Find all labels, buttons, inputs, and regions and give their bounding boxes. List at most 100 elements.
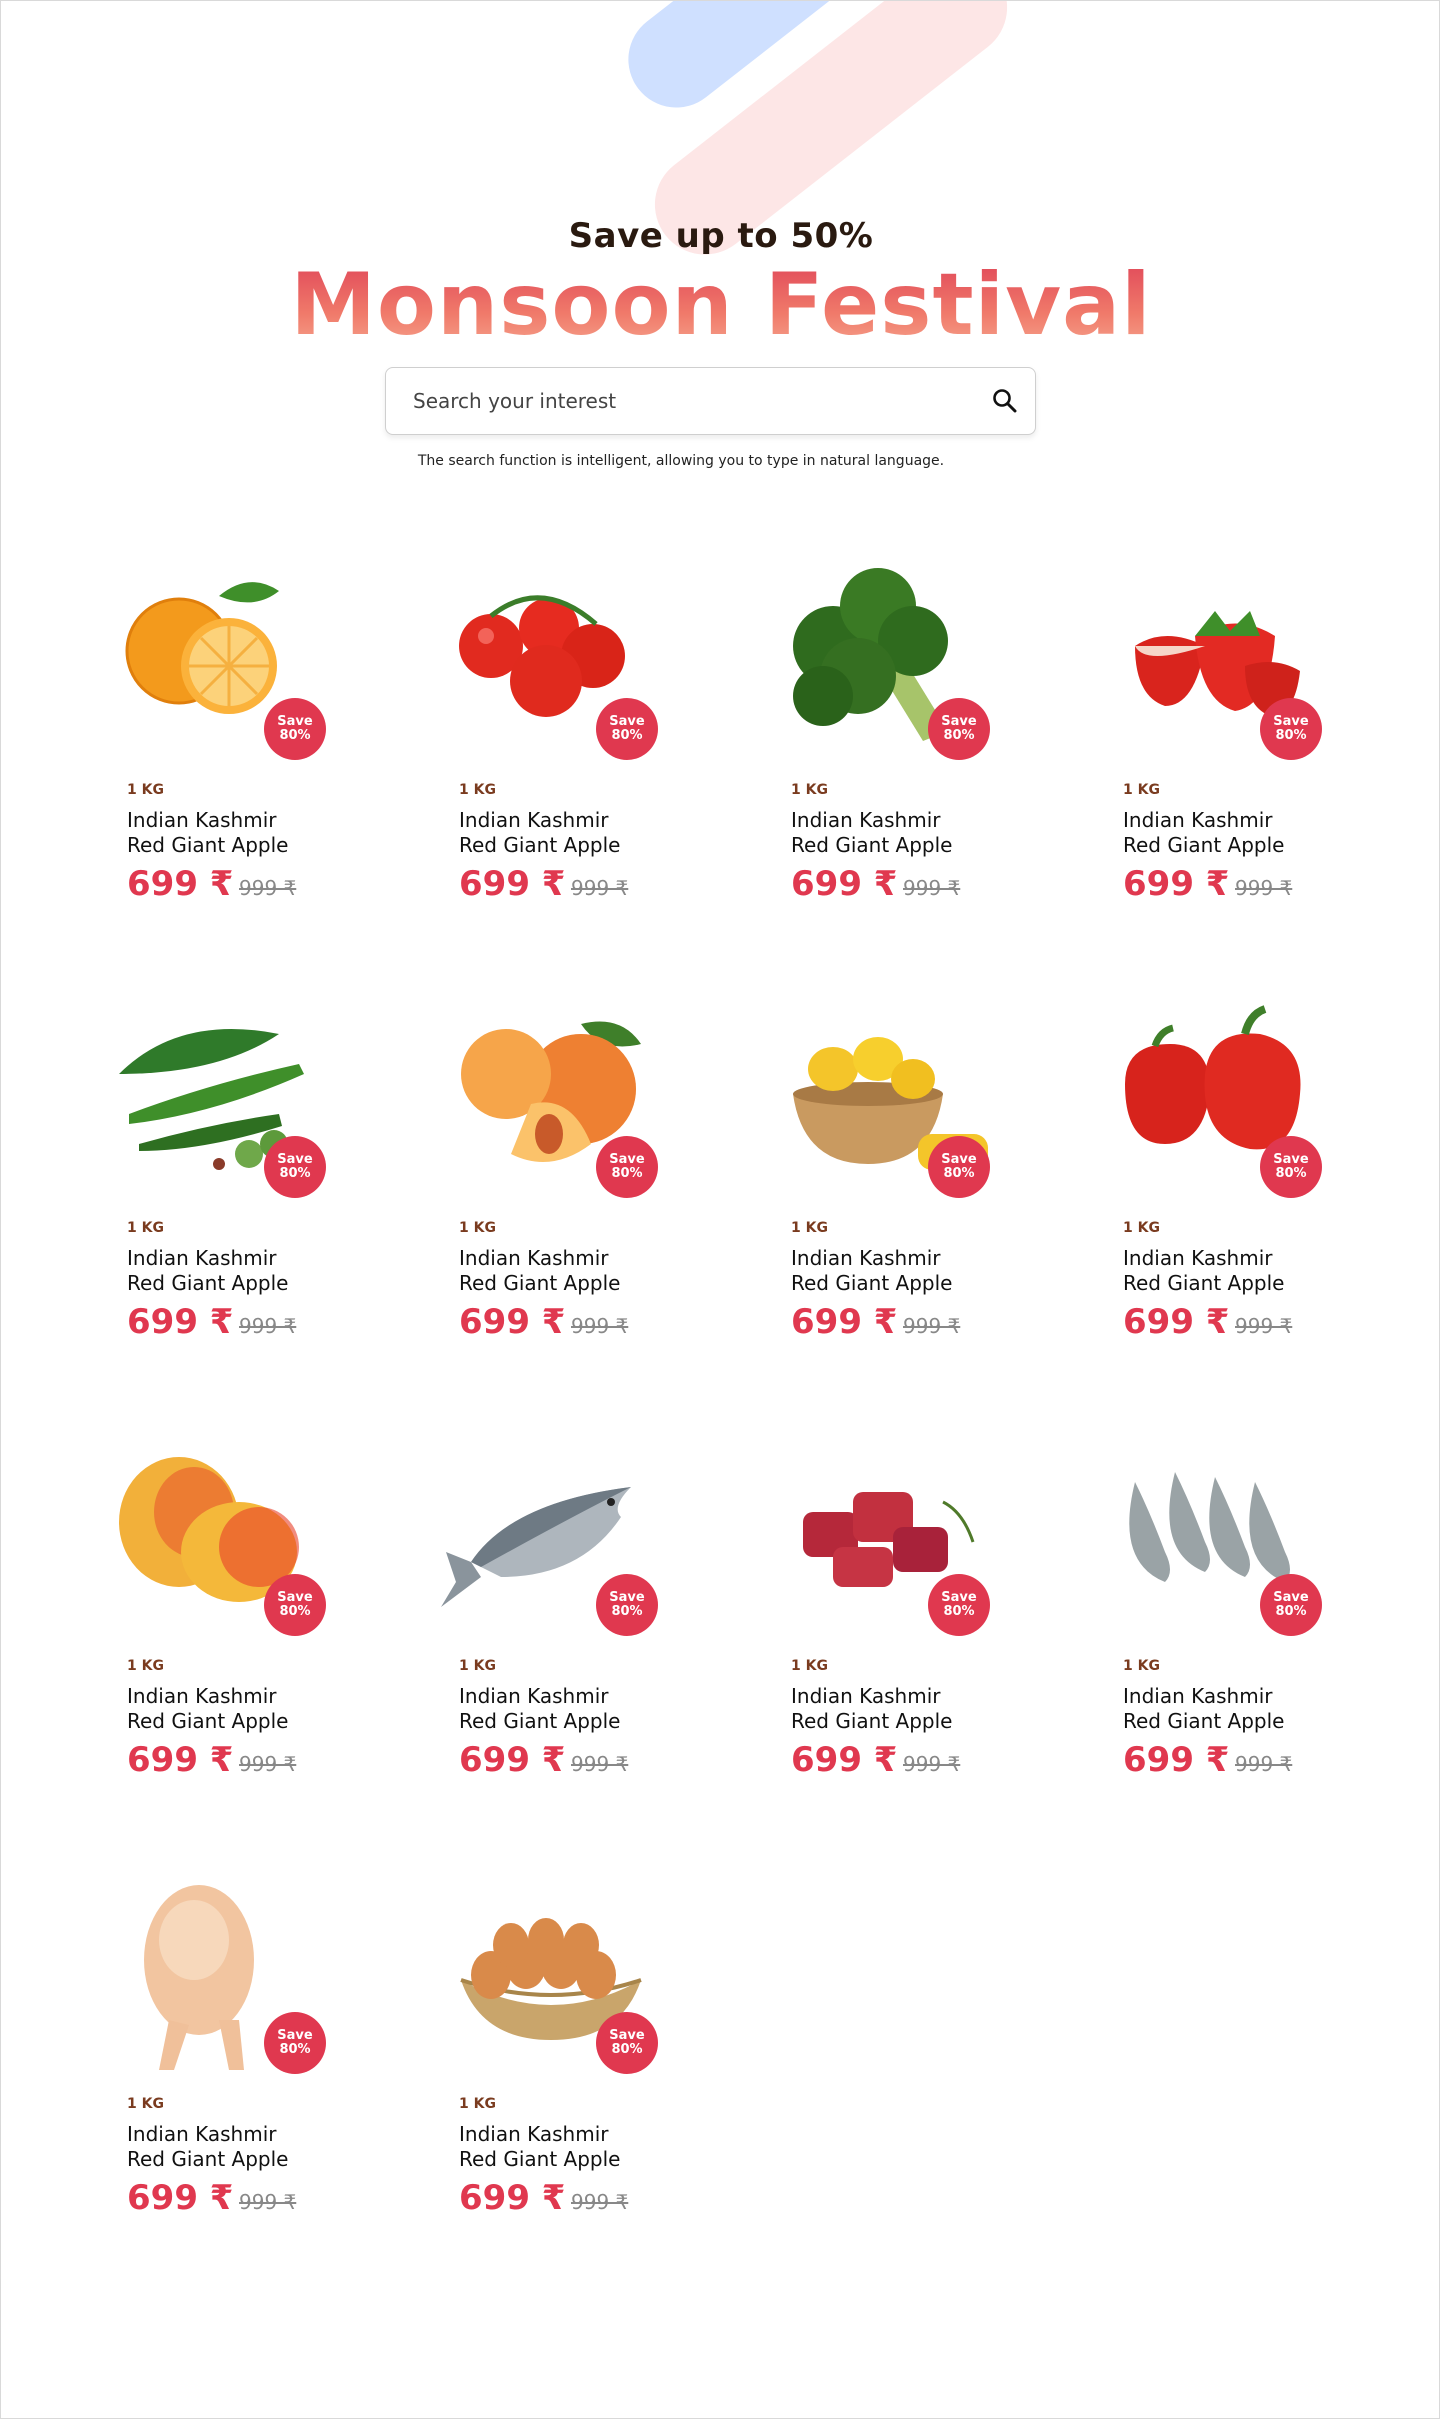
product-name-line1: Indian Kashmir xyxy=(1123,808,1273,832)
product-name[interactable]: Indian Kashmir Red Giant Apple xyxy=(791,808,1031,858)
product-card[interactable]: Save 80% 1 KG Indian Kashmir Red Giant A… xyxy=(99,546,399,946)
product-card[interactable]: Save 80% 1 KG Indian Kashmir Red Giant A… xyxy=(99,1860,399,2260)
badge-line1: Save xyxy=(277,1589,313,1605)
discount-badge: Save 80% xyxy=(928,1574,990,1636)
discount-badge: Save 80% xyxy=(264,698,326,760)
product-name[interactable]: Indian Kashmir Red Giant Apple xyxy=(127,2122,367,2172)
product-card[interactable]: Save 80% 1 KG Indian Kashmir Red Giant A… xyxy=(431,1860,731,2260)
product-card[interactable]: Save 80% 1 KG Indian Kashmir Red Giant A… xyxy=(1095,546,1395,946)
product-old-price: 999 ₹ xyxy=(571,1752,629,1776)
product-old-price: 999 ₹ xyxy=(903,1314,961,1338)
product-price: 699 ₹ xyxy=(791,1302,898,1342)
product-card[interactable]: Save 80% 1 KG Indian Kashmir Red Giant A… xyxy=(763,1422,1063,1822)
discount-badge: Save 80% xyxy=(596,1574,658,1636)
product-card[interactable]: Save 80% 1 KG Indian Kashmir Red Giant A… xyxy=(1095,984,1395,1384)
product-name[interactable]: Indian Kashmir Red Giant Apple xyxy=(791,1246,1031,1296)
badge-line2: 80% xyxy=(279,1166,311,1181)
badge-line2: 80% xyxy=(279,728,311,743)
product-name-line2: Red Giant Apple xyxy=(127,2147,289,2171)
product-name[interactable]: Indian Kashmir Red Giant Apple xyxy=(459,808,699,858)
product-name-line1: Indian Kashmir xyxy=(791,1684,941,1708)
product-name-line2: Red Giant Apple xyxy=(459,1709,621,1733)
search-icon[interactable] xyxy=(975,368,1035,434)
product-price: 699 ₹ xyxy=(459,1740,566,1780)
discount-badge: Save 80% xyxy=(596,2012,658,2074)
badge-line1: Save xyxy=(277,2027,313,2043)
badge-line2: 80% xyxy=(279,2042,311,2057)
product-old-price: 999 ₹ xyxy=(571,2190,629,2214)
product-quantity: 1 KG xyxy=(127,2096,164,2112)
badge-line1: Save xyxy=(609,2027,645,2043)
badge-line1: Save xyxy=(941,1589,977,1605)
product-name[interactable]: Indian Kashmir Red Giant Apple xyxy=(1123,1246,1363,1296)
product-quantity: 1 KG xyxy=(127,1220,164,1236)
product-card[interactable]: Save 80% 1 KG Indian Kashmir Red Giant A… xyxy=(99,984,399,1384)
product-name-line2: Red Giant Apple xyxy=(1123,833,1285,857)
product-quantity: 1 KG xyxy=(1123,782,1160,798)
discount-badge: Save 80% xyxy=(264,1136,326,1198)
discount-badge: Save 80% xyxy=(928,698,990,760)
product-price: 699 ₹ xyxy=(791,1740,898,1780)
product-price: 699 ₹ xyxy=(1123,1302,1230,1342)
product-card[interactable]: Save 80% 1 KG Indian Kashmir Red Giant A… xyxy=(431,984,731,1384)
product-name[interactable]: Indian Kashmir Red Giant Apple xyxy=(1123,808,1363,858)
search-bar xyxy=(385,367,1036,435)
product-card[interactable]: Save 80% 1 KG Indian Kashmir Red Giant A… xyxy=(431,546,731,946)
product-name[interactable]: Indian Kashmir Red Giant Apple xyxy=(459,2122,699,2172)
product-price: 699 ₹ xyxy=(791,864,898,904)
product-old-price: 999 ₹ xyxy=(903,1752,961,1776)
badge-line1: Save xyxy=(609,1151,645,1167)
discount-badge: Save 80% xyxy=(596,1136,658,1198)
product-name[interactable]: Indian Kashmir Red Giant Apple xyxy=(1123,1684,1363,1734)
product-card[interactable]: Save 80% 1 KG Indian Kashmir Red Giant A… xyxy=(431,1422,731,1822)
product-name-line2: Red Giant Apple xyxy=(127,833,289,857)
product-quantity: 1 KG xyxy=(791,1220,828,1236)
product-card[interactable]: Save 80% 1 KG Indian Kashmir Red Giant A… xyxy=(763,546,1063,946)
badge-line2: 80% xyxy=(279,1604,311,1619)
product-old-price: 999 ₹ xyxy=(239,1314,297,1338)
product-name-line2: Red Giant Apple xyxy=(791,833,953,857)
product-name-line2: Red Giant Apple xyxy=(791,1709,953,1733)
product-name-line1: Indian Kashmir xyxy=(127,2122,277,2146)
product-name-line2: Red Giant Apple xyxy=(459,1271,621,1295)
search-hint: The search function is intelligent, allo… xyxy=(417,453,945,469)
product-name[interactable]: Indian Kashmir Red Giant Apple xyxy=(127,1684,367,1734)
product-name-line1: Indian Kashmir xyxy=(127,1684,277,1708)
product-card[interactable]: Save 80% 1 KG Indian Kashmir Red Giant A… xyxy=(763,984,1063,1384)
product-price: 699 ₹ xyxy=(127,2178,234,2218)
product-quantity: 1 KG xyxy=(459,1658,496,1674)
discount-badge: Save 80% xyxy=(1260,1136,1322,1198)
badge-line1: Save xyxy=(277,713,313,729)
product-old-price: 999 ₹ xyxy=(1235,1314,1293,1338)
product-card[interactable]: Save 80% 1 KG Indian Kashmir Red Giant A… xyxy=(99,1422,399,1822)
product-name[interactable]: Indian Kashmir Red Giant Apple xyxy=(127,808,367,858)
badge-line2: 80% xyxy=(611,1604,643,1619)
badge-line1: Save xyxy=(941,1151,977,1167)
product-name[interactable]: Indian Kashmir Red Giant Apple xyxy=(459,1684,699,1734)
product-name-line1: Indian Kashmir xyxy=(1123,1684,1273,1708)
product-name-line2: Red Giant Apple xyxy=(127,1271,289,1295)
product-name[interactable]: Indian Kashmir Red Giant Apple xyxy=(791,1684,1031,1734)
product-old-price: 999 ₹ xyxy=(239,876,297,900)
hero: Save up to 50% Monsoon Festival xyxy=(1,216,1439,348)
product-quantity: 1 KG xyxy=(127,1658,164,1674)
product-name-line1: Indian Kashmir xyxy=(459,1246,609,1270)
product-name-line1: Indian Kashmir xyxy=(127,1246,277,1270)
hero-title: Monsoon Festival xyxy=(1,262,1439,348)
discount-badge: Save 80% xyxy=(1260,698,1322,760)
product-name-line1: Indian Kashmir xyxy=(459,2122,609,2146)
product-name-line1: Indian Kashmir xyxy=(459,808,609,832)
product-name[interactable]: Indian Kashmir Red Giant Apple xyxy=(459,1246,699,1296)
product-old-price: 999 ₹ xyxy=(571,1314,629,1338)
product-name-line2: Red Giant Apple xyxy=(1123,1271,1285,1295)
product-name[interactable]: Indian Kashmir Red Giant Apple xyxy=(127,1246,367,1296)
product-price: 699 ₹ xyxy=(459,1302,566,1342)
discount-badge: Save 80% xyxy=(596,698,658,760)
product-quantity: 1 KG xyxy=(1123,1658,1160,1674)
product-card[interactable]: Save 80% 1 KG Indian Kashmir Red Giant A… xyxy=(1095,1422,1395,1822)
search-input[interactable] xyxy=(386,368,975,434)
product-name-line1: Indian Kashmir xyxy=(1123,1246,1273,1270)
product-name-line1: Indian Kashmir xyxy=(791,1246,941,1270)
page-frame: Save up to 50% Monsoon Festival The sear… xyxy=(0,0,1440,2419)
product-name-line1: Indian Kashmir xyxy=(459,1684,609,1708)
